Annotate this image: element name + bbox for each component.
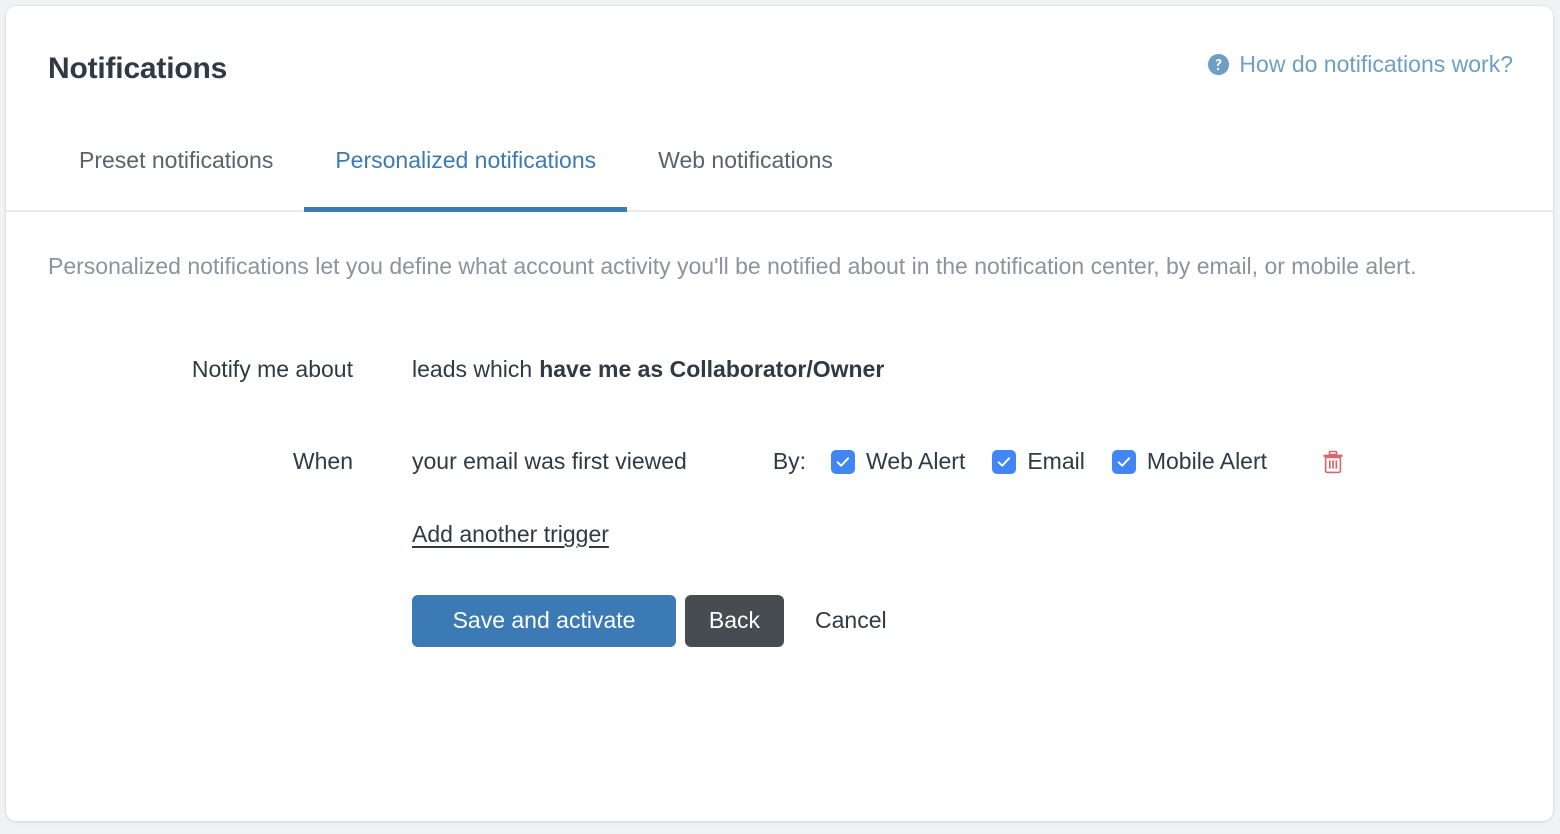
notify-me-about-value[interactable]: leads which have me as Collaborator/Owne… xyxy=(412,356,884,383)
notify-prefix-text: leads which xyxy=(412,356,533,383)
channel-label: Web Alert xyxy=(866,448,966,475)
channel-email[interactable]: Email xyxy=(992,448,1085,475)
back-button[interactable]: Back xyxy=(685,594,784,647)
question-circle-icon xyxy=(1208,53,1230,76)
help-link-label: How do notifications work? xyxy=(1239,51,1513,77)
notify-condition-text: have me as Collaborator/Owner xyxy=(539,356,885,383)
when-trigger-value[interactable]: your email was first viewed xyxy=(412,448,687,475)
add-trigger-row: Add another trigger xyxy=(6,521,1553,548)
tab-label: Personalized notifications xyxy=(335,147,597,173)
tab-personalized-notifications[interactable]: Personalized notifications xyxy=(304,130,627,212)
help-link[interactable]: How do notifications work? xyxy=(1207,51,1513,78)
notifications-card: Notifications How do notifications work?… xyxy=(6,6,1553,821)
when-row: When your email was first viewed By: Web… xyxy=(6,439,1553,485)
channel-mobile-alert[interactable]: Mobile Alert xyxy=(1111,448,1268,475)
tab-label: Preset notifications xyxy=(79,147,274,173)
tab-web-notifications[interactable]: Web notifications xyxy=(627,130,864,210)
tabs-bar: Preset notifications Personalized notifi… xyxy=(6,130,1553,212)
by-label: By: xyxy=(772,448,807,475)
when-label: When xyxy=(292,448,353,475)
page-title: Notifications xyxy=(48,52,228,85)
check-icon xyxy=(997,457,1011,467)
delete-trigger-button[interactable] xyxy=(1322,450,1344,474)
when-row-content: your email was first viewed By: Web Aler… xyxy=(412,448,1344,475)
check-icon xyxy=(836,457,850,467)
channel-web-alert[interactable]: Web Alert xyxy=(831,448,965,475)
add-another-trigger-link[interactable]: Add another trigger xyxy=(412,521,609,548)
cancel-button[interactable]: Cancel xyxy=(815,607,887,634)
trash-icon xyxy=(1323,450,1343,474)
notify-me-about-label: Notify me about xyxy=(191,356,353,383)
personalized-notification-form: Notify me about leads which have me as C… xyxy=(6,347,1553,647)
channel-label: Email xyxy=(1027,448,1085,475)
intro-description: Personalized notifications let you defin… xyxy=(48,253,1417,279)
check-icon xyxy=(1117,457,1131,467)
tab-label: Web notifications xyxy=(658,147,833,173)
channel-label: Mobile Alert xyxy=(1146,448,1268,475)
delivery-channels: By: Web Alert Email Mobile Alert xyxy=(773,448,1344,475)
notify-me-about-row: Notify me about leads which have me as C… xyxy=(6,347,1553,393)
checkbox-mobile-alert[interactable] xyxy=(1111,449,1136,474)
checkbox-email[interactable] xyxy=(992,449,1017,474)
form-actions: Save and activate Back Cancel xyxy=(6,594,1553,647)
checkbox-web-alert[interactable] xyxy=(831,449,856,474)
card-header: Notifications How do notifications work? xyxy=(6,6,1553,130)
tab-preset-notifications[interactable]: Preset notifications xyxy=(48,130,304,210)
save-and-activate-button[interactable]: Save and activate xyxy=(412,594,676,647)
